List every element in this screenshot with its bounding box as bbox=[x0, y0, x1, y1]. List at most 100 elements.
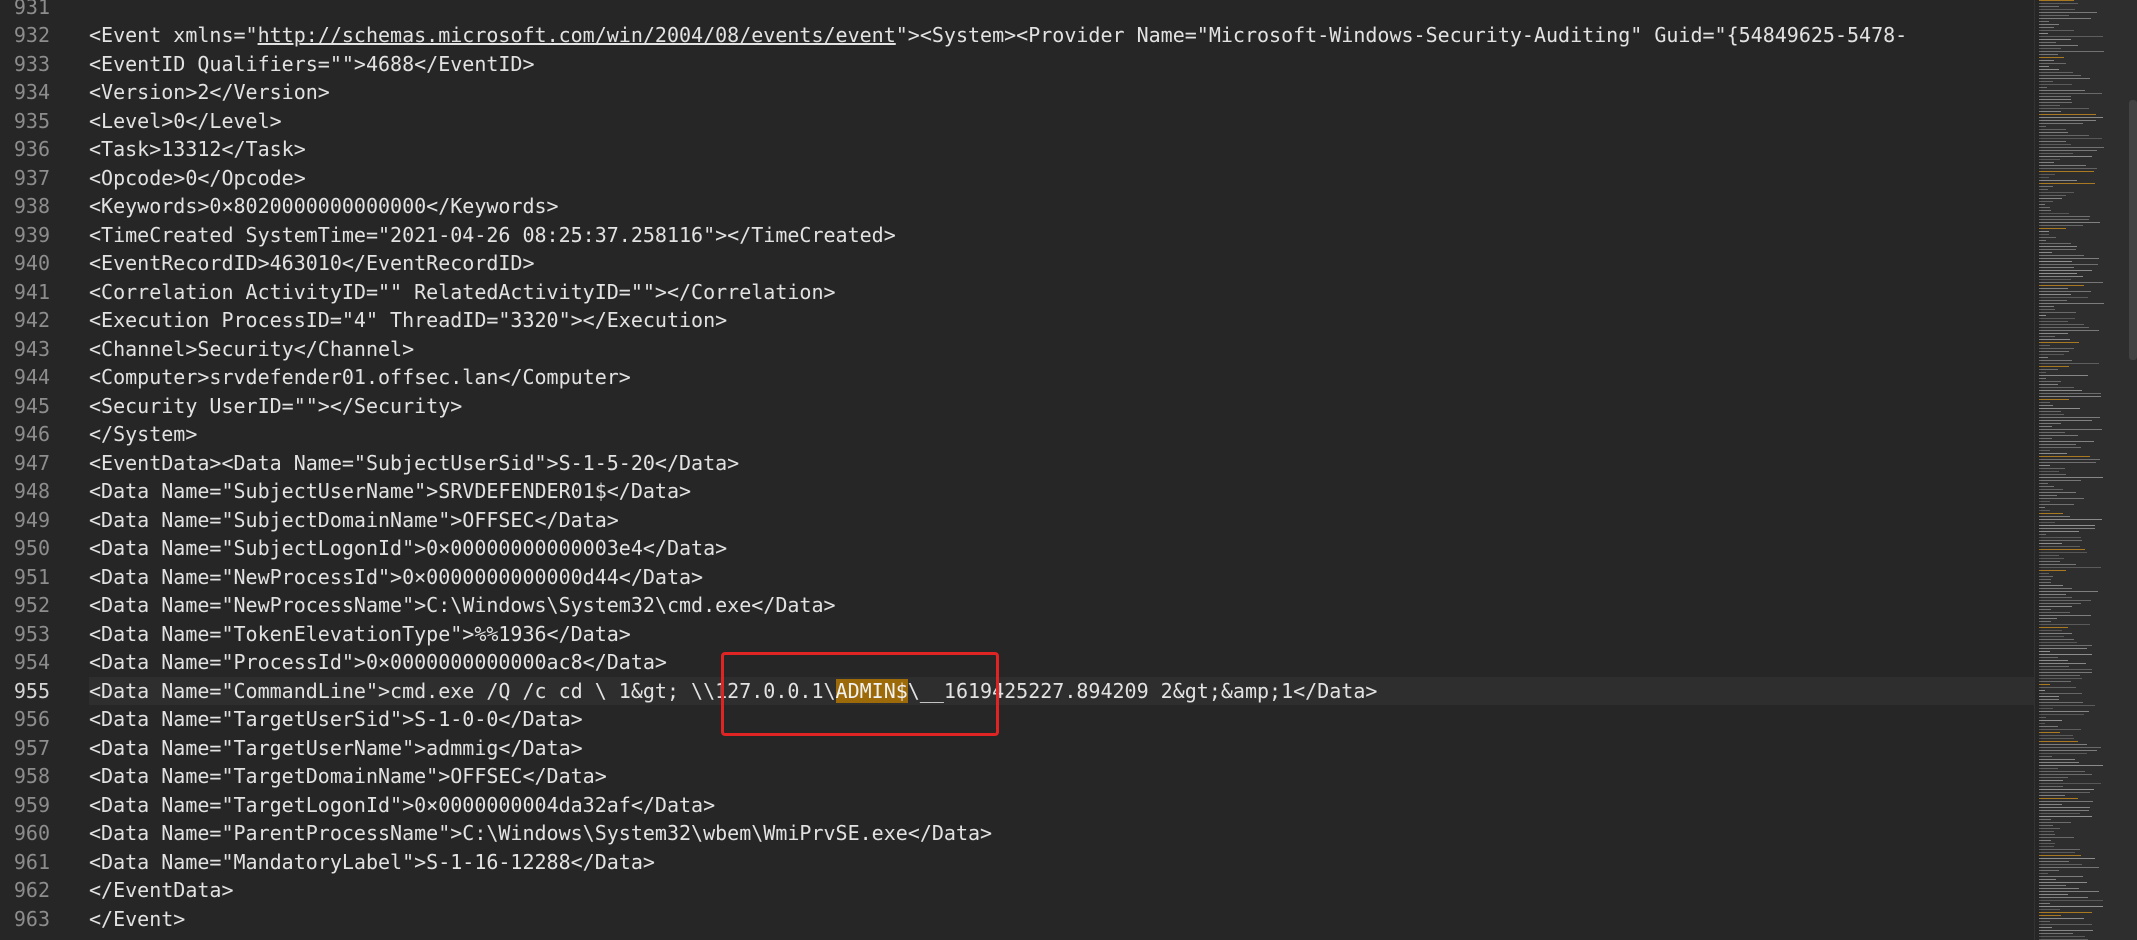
minimap-line bbox=[2039, 132, 2068, 133]
vertical-scrollbar-thumb[interactable] bbox=[2129, 100, 2137, 360]
code-line[interactable]: <EventData><Data Name="SubjectUserSid">S… bbox=[89, 449, 2034, 478]
minimap-line bbox=[2039, 207, 2050, 208]
code-line[interactable]: <Execution ProcessID="4" ThreadID="3320"… bbox=[89, 306, 2034, 335]
minimap-line bbox=[2039, 534, 2046, 535]
code-line[interactable] bbox=[89, 0, 2034, 21]
minimap-line bbox=[2039, 141, 2066, 142]
minimap-line bbox=[2039, 513, 2063, 514]
minimap-line bbox=[2039, 201, 2053, 202]
code-line[interactable]: <Security UserID=""></Security> bbox=[89, 392, 2034, 421]
minimap-line bbox=[2039, 654, 2092, 655]
minimap-line bbox=[2039, 117, 2103, 118]
minimap-line bbox=[2039, 408, 2080, 409]
minimap-line bbox=[2039, 822, 2071, 823]
minimap-line bbox=[2039, 501, 2050, 502]
code-line[interactable]: <Event xmlns="http://schemas.microsoft.c… bbox=[89, 21, 2034, 50]
minimap-line bbox=[2039, 393, 2101, 394]
minimap-line bbox=[2039, 237, 2056, 238]
code-line[interactable]: <Data Name="TargetUserName">admmig</Data… bbox=[89, 734, 2034, 763]
minimap-line bbox=[2039, 63, 2066, 64]
code-text: <Task>13312</Task> bbox=[89, 137, 306, 161]
code-line[interactable]: </EventData> bbox=[89, 876, 2034, 905]
minimap-line bbox=[2039, 735, 2073, 736]
line-number: 934 bbox=[13, 80, 50, 104]
minimap-line bbox=[2039, 891, 2099, 892]
code-line[interactable]: <Opcode>0</Opcode> bbox=[89, 164, 2034, 193]
code-line[interactable]: <Data Name="SubjectUserName">SRVDEFENDER… bbox=[89, 477, 2034, 506]
url-link[interactable]: http://schemas.microsoft.com/win/2004/08… bbox=[258, 23, 896, 47]
minimap-line bbox=[2039, 492, 2076, 493]
code-line[interactable]: <TimeCreated SystemTime="2021-04-26 08:2… bbox=[89, 221, 2034, 250]
code-line[interactable]: </Event> bbox=[89, 905, 2034, 934]
minimap-line bbox=[2039, 738, 2074, 739]
code-line[interactable]: <EventRecordID>463010</EventRecordID> bbox=[89, 249, 2034, 278]
code-line[interactable]: <Correlation ActivityID="" RelatedActivi… bbox=[89, 278, 2034, 307]
minimap-line bbox=[2039, 306, 2054, 307]
minimap-line bbox=[2039, 429, 2102, 430]
code-text: <Data Name="MandatoryLabel">S-1-16-12288… bbox=[89, 849, 655, 874]
line-number: 960 bbox=[13, 821, 50, 845]
minimap-line bbox=[2039, 894, 2068, 895]
code-line[interactable]: <Data Name="ProcessId">0×0000000000000ac… bbox=[89, 648, 2034, 677]
minimap-line bbox=[2039, 339, 2070, 340]
code-line[interactable]: <Data Name="TargetDomainName">OFFSEC</Da… bbox=[89, 762, 2034, 791]
minimap-line bbox=[2039, 744, 2087, 745]
code-line[interactable]: <Channel>Security</Channel> bbox=[89, 335, 2034, 364]
code-line[interactable]: <Keywords>0×8020000000000000</Keywords> bbox=[89, 192, 2034, 221]
minimap-line bbox=[2039, 777, 2068, 778]
code-line[interactable]: <Data Name="ParentProcessName">C:\Window… bbox=[89, 819, 2034, 848]
code-line[interactable]: <Data Name="TargetUserSid">S-1-0-0</Data… bbox=[89, 705, 2034, 734]
minimap-line bbox=[2039, 540, 2082, 541]
minimap-line bbox=[2039, 252, 2052, 253]
line-number: 938 bbox=[13, 194, 50, 218]
current-code-line[interactable]: <Data Name="CommandLine">cmd.exe /Q /c c… bbox=[89, 676, 2034, 705]
minimap-line bbox=[2039, 510, 2050, 511]
minimap-line bbox=[2039, 213, 2069, 214]
code-editor[interactable]: 931 932 933 934 935 936 937 938 939 940 941 942 943 9… bbox=[0, 0, 2137, 940]
minimap-line bbox=[2039, 267, 2074, 268]
minimap-line bbox=[2039, 171, 2094, 172]
code-line[interactable]: <Data Name="SubjectDomainName">OFFSEC</D… bbox=[89, 506, 2034, 535]
code-line[interactable]: <Data Name="NewProcessId">0×000000000000… bbox=[89, 563, 2034, 592]
code-line[interactable]: <Data Name="NewProcessName">C:\Windows\S… bbox=[89, 591, 2034, 620]
minimap[interactable] bbox=[2034, 0, 2137, 940]
minimap-line bbox=[2039, 459, 2100, 460]
minimap-line bbox=[2039, 519, 2102, 520]
code-line[interactable]: <Data Name="SubjectLogonId">0×0000000000… bbox=[89, 534, 2034, 563]
code-line[interactable]: <Data Name="TokenElevationType">%%1936</… bbox=[89, 620, 2034, 649]
minimap-line bbox=[2039, 480, 2081, 481]
minimap-line bbox=[2039, 648, 2087, 649]
minimap-line bbox=[2039, 396, 2101, 397]
code-line[interactable]: <Level>0</Level> bbox=[89, 107, 2034, 136]
code-line[interactable]: <Computer>srvdefender01.offsec.lan</Comp… bbox=[89, 363, 2034, 392]
code-line[interactable]: <Data Name="TargetLogonId">0×0000000004d… bbox=[89, 791, 2034, 820]
minimap-line bbox=[2039, 159, 2060, 160]
minimap-line bbox=[2039, 681, 2071, 682]
code-text: <Computer>srvdefender01.offsec.lan</Comp… bbox=[89, 365, 631, 389]
minimap-line bbox=[2039, 792, 2090, 793]
minimap-line bbox=[2039, 756, 2052, 757]
minimap-line bbox=[2039, 402, 2050, 403]
code-area[interactable]: <Event xmlns="http://schemas.microsoft.c… bbox=[89, 0, 2034, 940]
line-number: 939 bbox=[13, 222, 50, 247]
minimap-line bbox=[2039, 177, 2049, 178]
minimap-line bbox=[2039, 321, 2068, 322]
minimap-line bbox=[2039, 909, 2060, 910]
minimap-line bbox=[2039, 813, 2080, 814]
minimap-line bbox=[2039, 249, 2076, 250]
code-line[interactable]: <Task>13312</Task> bbox=[89, 135, 2034, 164]
code-line[interactable]: <EventID Qualifiers="">4688</EventID> bbox=[89, 50, 2034, 79]
minimap-line bbox=[2039, 555, 2059, 556]
code-line[interactable]: </System> bbox=[89, 420, 2034, 449]
code-line[interactable]: <Data Name="MandatoryLabel">S-1-16-12288… bbox=[89, 848, 2034, 877]
minimap-line bbox=[2039, 927, 2052, 928]
code-text: <Opcode>0</Opcode> bbox=[89, 165, 306, 190]
code-line[interactable]: <Version>2</Version> bbox=[89, 78, 2034, 107]
line-number: 933 bbox=[13, 51, 50, 76]
line-number: 944 bbox=[13, 365, 50, 389]
minimap-line bbox=[2039, 438, 2052, 439]
minimap-line bbox=[2039, 264, 2098, 265]
minimap-line bbox=[2039, 453, 2067, 454]
minimap-line bbox=[2039, 585, 2063, 586]
minimap-line bbox=[2039, 351, 2069, 352]
